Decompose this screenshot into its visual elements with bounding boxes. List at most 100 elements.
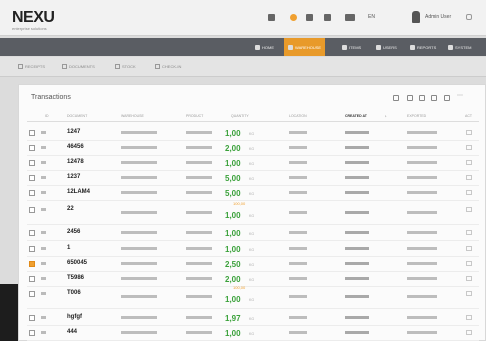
nav-item-reports[interactable]: REPORTS	[410, 38, 436, 56]
table-cell	[186, 176, 212, 179]
table-row[interactable]: 444 1,00 KG	[19, 326, 485, 341]
document-number[interactable]: T5986	[67, 275, 84, 281]
table-cell	[121, 262, 157, 265]
filter-icon[interactable]	[393, 95, 399, 101]
row-checkbox[interactable]	[29, 230, 35, 236]
mail-icon[interactable]	[324, 14, 331, 21]
row-checkbox[interactable]	[29, 175, 35, 181]
row-checkbox[interactable]	[29, 246, 35, 252]
row-checkbox[interactable]	[29, 276, 35, 282]
nav-item-items[interactable]: ITEMS	[342, 38, 361, 56]
column-header-created-at[interactable]: CREATED AT	[345, 114, 367, 118]
row-action-icon[interactable]	[466, 291, 472, 296]
document-number[interactable]: 650045	[67, 260, 87, 266]
document-number[interactable]: 12478	[67, 159, 84, 165]
sort-indicator-icon[interactable]: ↓	[385, 114, 387, 118]
document-number[interactable]: 22	[67, 206, 74, 212]
calendar-icon[interactable]	[345, 14, 355, 21]
subnav-item-checkin[interactable]: CHECK-IN	[155, 64, 181, 69]
nav-item-home[interactable]: HOME	[255, 38, 274, 56]
logout-icon[interactable]	[466, 14, 472, 20]
subnav-item-documents[interactable]: DOCUMENTS	[62, 64, 95, 69]
nav-item-warehouse[interactable]: WAREHOUSE	[284, 38, 326, 56]
settings-icon[interactable]	[306, 14, 313, 21]
table-row[interactable]: 2456 1,00 KG	[19, 226, 485, 241]
document-number[interactable]: 444	[67, 329, 77, 335]
document-number[interactable]: 2456	[67, 229, 80, 235]
table-row[interactable]: 22 100,00 1,00 KG	[19, 201, 485, 225]
table-cell	[289, 231, 307, 234]
table-cell	[407, 211, 437, 214]
row-action-icon[interactable]	[466, 246, 472, 251]
search-icon[interactable]	[407, 95, 413, 101]
table-cell	[121, 231, 157, 234]
row-checkbox[interactable]	[29, 190, 35, 196]
nav-item-users[interactable]: USERS	[376, 38, 397, 56]
home-icon	[255, 44, 260, 50]
table-row[interactable]: T5986 2,00 KG	[19, 272, 485, 287]
row-action-icon[interactable]	[466, 261, 472, 266]
subnav-item-receipts[interactable]: RECEIPTS	[18, 64, 45, 69]
row-id	[41, 316, 46, 319]
more-icon[interactable]: ⋯	[457, 92, 463, 99]
table-row[interactable]: 12LAM4 5,00 KG	[19, 186, 485, 201]
table-row[interactable]: 1247 1,00 KG	[19, 126, 485, 141]
column-header-actions[interactable]: ACT	[465, 114, 472, 118]
document-number[interactable]: 1	[67, 245, 70, 251]
row-action-icon[interactable]	[466, 315, 472, 320]
table-row[interactable]: hgfgf 1,97 KG	[19, 311, 485, 326]
row-checkbox[interactable]	[29, 291, 35, 297]
table-row[interactable]: 650045 2,50 KG	[19, 257, 485, 272]
row-checkbox[interactable]	[29, 315, 35, 321]
row-action-icon[interactable]	[466, 175, 472, 180]
row-checkbox[interactable]	[29, 261, 35, 267]
row-action-icon[interactable]	[466, 230, 472, 235]
subnav-item-stock[interactable]: STOCK	[115, 64, 136, 69]
copy-icon[interactable]	[419, 95, 425, 101]
calendar-icon[interactable]	[431, 95, 437, 101]
table-cell	[289, 161, 307, 164]
user-menu[interactable]: Admin User	[412, 11, 451, 23]
table-row[interactable]: 1237 5,00 KG	[19, 171, 485, 186]
table-row[interactable]: 1 1,00 KG	[19, 242, 485, 257]
row-action-icon[interactable]	[466, 207, 472, 212]
row-action-icon[interactable]	[466, 190, 472, 195]
document-number[interactable]: hgfgf	[67, 314, 82, 320]
column-header-location[interactable]: LOCATION	[289, 114, 307, 118]
table-cell	[407, 161, 437, 164]
column-header-document[interactable]: DOCUMENT	[67, 114, 87, 118]
document-number[interactable]: 46456	[67, 144, 84, 150]
table-cell	[289, 277, 307, 280]
notification-icon[interactable]	[290, 14, 297, 21]
language-selector[interactable]: EN	[368, 14, 375, 20]
table-row[interactable]: T006 100,00 1,00 KG	[19, 285, 485, 309]
document-number[interactable]: 12LAM4	[67, 189, 90, 195]
row-checkbox[interactable]	[29, 207, 35, 213]
row-action-icon[interactable]	[466, 130, 472, 135]
nav-item-system[interactable]: SYSTEM	[448, 38, 471, 56]
table-row[interactable]: 12478 1,00 KG	[19, 156, 485, 171]
row-checkbox[interactable]	[29, 130, 35, 136]
app-logo[interactable]: NEXU	[12, 9, 55, 27]
column-header-product[interactable]: PRODUCT	[186, 114, 203, 118]
document-number[interactable]: 1237	[67, 174, 80, 180]
document-number[interactable]: T006	[67, 290, 81, 296]
export-icon[interactable]	[444, 95, 450, 101]
row-checkbox[interactable]	[29, 330, 35, 336]
column-header-id[interactable]: ID	[45, 114, 49, 118]
column-header-quantity[interactable]: QUANTITY	[231, 114, 249, 118]
column-header-warehouse[interactable]: WAREHOUSE	[121, 114, 144, 118]
nav-label: WAREHOUSE	[295, 44, 322, 50]
row-action-icon[interactable]	[466, 160, 472, 165]
row-action-icon[interactable]	[466, 276, 472, 281]
row-action-icon[interactable]	[466, 145, 472, 150]
row-checkbox[interactable]	[29, 145, 35, 151]
column-header-exported[interactable]: EXPORTED	[407, 114, 426, 118]
document-number[interactable]: 1247	[67, 129, 80, 135]
row-action-icon[interactable]	[466, 330, 472, 335]
table-row[interactable]: 46456 2,00 KG	[19, 141, 485, 156]
nav-label: USERS	[383, 44, 397, 50]
row-checkbox[interactable]	[29, 160, 35, 166]
grid-icon[interactable]	[268, 14, 275, 21]
avatar	[412, 11, 420, 23]
